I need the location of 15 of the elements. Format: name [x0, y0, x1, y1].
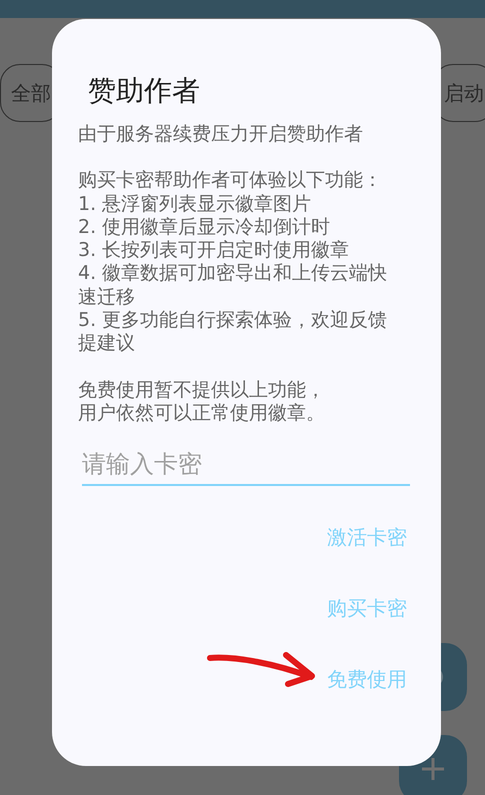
body-text: 5. 更多功能自行探索体验，欢迎反馈提建议: [78, 309, 388, 356]
body-text: 4. 徽章数据可加密导出和上传云端快速迁移: [78, 262, 388, 310]
input-field[interactable]: 请输入卡密: [82, 446, 410, 486]
text-button[interactable]: 免费使用: [327, 665, 407, 694]
body-text: 1. 悬浮窗列表显示徽章图片: [78, 192, 312, 216]
text-button[interactable]: 激活卡密: [327, 523, 407, 552]
body-text: 免费使用暂不提供以上功能，: [78, 378, 326, 402]
dialog-title: 赞助作者: [88, 75, 201, 107]
body-text: 购买卡密帮助作者可体验以下功能：: [78, 169, 383, 193]
body-text: 由于服务器续费压力开启赞助作者: [78, 123, 364, 146]
body-text: 2. 使用徽章后显示冷却倒计时: [78, 216, 332, 240]
body-text: 3. 长按列表可开启定时使用徽章: [78, 239, 350, 262]
text-button[interactable]: 购买卡密: [327, 594, 407, 622]
body-text: 用户依然可以正常使用徽章。: [78, 402, 326, 426]
plus-icon: [421, 757, 445, 781]
